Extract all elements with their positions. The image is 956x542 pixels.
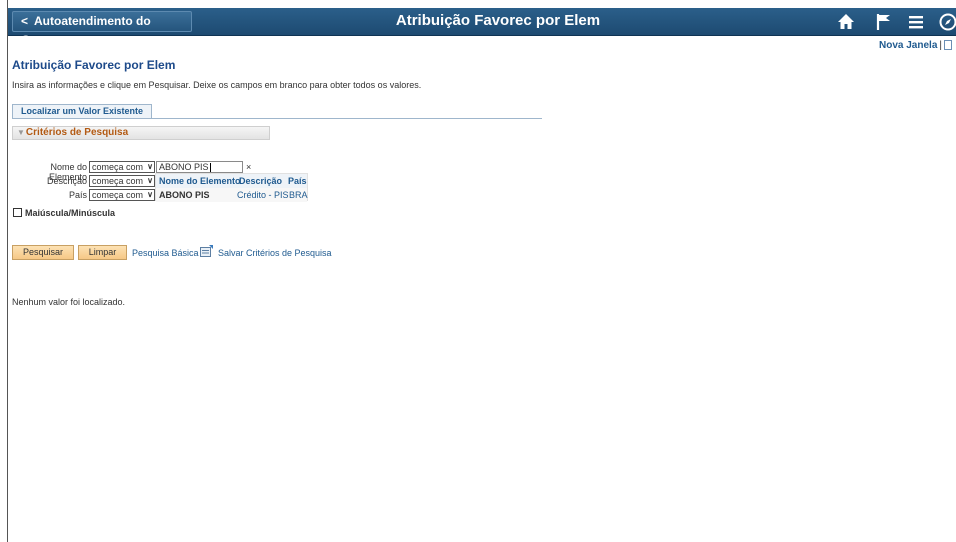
element-name-operator-value: começa com	[92, 162, 144, 172]
element-name-operator-select[interactable]: começa com ∨	[89, 161, 155, 173]
chevron-left-icon: <	[21, 14, 29, 28]
instructions-text: Insira as informações e clique em Pesqui…	[12, 80, 422, 90]
element-name-input[interactable]: ABONO PIS	[156, 161, 243, 173]
tab-find-existing-value[interactable]: Localizar um Valor Existente	[12, 104, 153, 118]
home-icon[interactable]	[836, 12, 856, 32]
suggest-cell-name: ABONO PIS	[159, 190, 210, 200]
country-operator-value: começa com	[92, 190, 144, 200]
link-separator: |	[939, 40, 942, 51]
back-button-label: Autoatendimento do Gerente	[21, 14, 151, 47]
flag-icon[interactable]	[874, 12, 894, 32]
window-frame	[0, 0, 8, 542]
autocomplete-dropdown: Nome do Elemento Descrição País ABONO PI…	[155, 173, 308, 202]
app-title: Atribuição Favorec por Elem	[395, 12, 601, 29]
country-label: País	[68, 190, 87, 200]
description-label: Descrição	[46, 176, 87, 186]
basic-search-link[interactable]: Pesquisa Básica	[132, 248, 199, 258]
search-criteria-header[interactable]: ▼Critérios de Pesquisa	[12, 126, 270, 140]
description-operator-value: começa com	[92, 176, 144, 186]
suggest-cell-description: Crédito - PIS	[237, 190, 289, 200]
chevron-down-icon: ∨	[147, 162, 153, 171]
clear-button[interactable]: Limpar	[78, 245, 127, 260]
suggest-header-description: Descrição	[239, 176, 283, 186]
help-icon[interactable]	[944, 40, 952, 51]
chevron-down-icon: ∨	[147, 176, 153, 185]
navbar-icon[interactable]	[938, 12, 956, 32]
case-sensitive-label: Maiúscula/Minúscula	[25, 208, 116, 218]
page-title: Atribuição Favorec por Elem	[12, 58, 176, 72]
top-navigation-bar: < Autoatendimento do Gerente Atribuição F…	[8, 8, 956, 47]
case-sensitive-checkbox[interactable]	[13, 208, 22, 217]
suggest-header-name: Nome do Elemento	[159, 176, 241, 186]
tab-divider	[12, 118, 542, 119]
element-name-input-value: ABONO PIS	[159, 162, 209, 172]
clear-input-icon[interactable]: ×	[246, 162, 251, 172]
country-operator-select[interactable]: começa com ∨	[89, 189, 155, 201]
back-button[interactable]: < Autoatendimento do Gerente	[12, 11, 192, 47]
chevron-down-icon: ∨	[147, 190, 153, 199]
description-operator-select[interactable]: começa com ∨	[89, 175, 155, 187]
save-search-criteria-link[interactable]: Salvar Critérios de Pesquisa	[218, 248, 332, 258]
suggest-header-country: País	[288, 176, 307, 186]
text-caret	[209, 163, 211, 173]
no-results-message: Nenhum valor foi localizado.	[12, 297, 126, 307]
new-window-link[interactable]: Nova Janela	[879, 40, 937, 51]
new-window-row: Nova Janela |	[879, 40, 952, 51]
save-search-icon[interactable]	[200, 245, 213, 257]
menu-icon[interactable]	[906, 12, 926, 32]
autocomplete-row[interactable]: ABONO PIS Crédito - PIS BRA	[156, 188, 308, 202]
search-button[interactable]: Pesquisar	[12, 245, 74, 260]
search-criteria-title: Critérios de Pesquisa	[25, 127, 129, 138]
autocomplete-header: Nome do Elemento Descrição País	[156, 174, 307, 188]
suggest-cell-country: BRA	[289, 190, 308, 200]
collapse-triangle-icon: ▼	[17, 128, 25, 137]
